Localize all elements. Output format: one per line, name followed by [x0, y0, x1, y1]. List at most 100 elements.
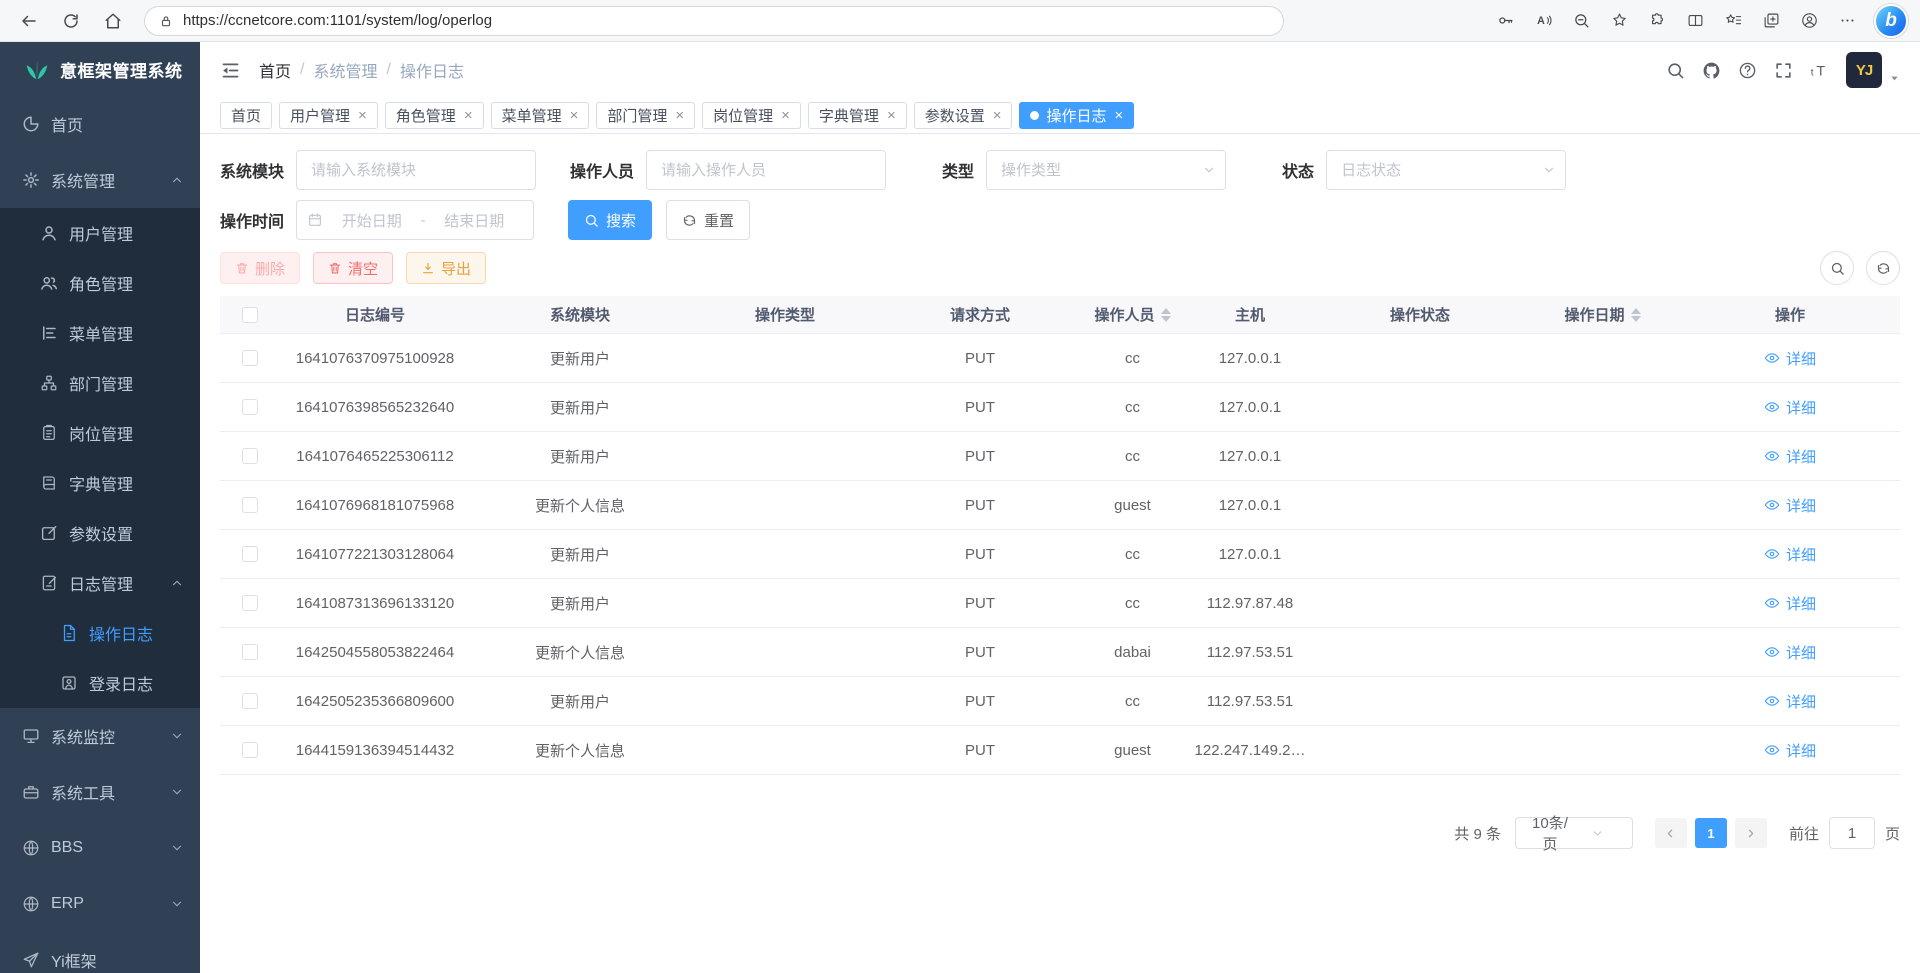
sort-carets-icon[interactable] [1161, 308, 1171, 322]
zoom-out-button[interactable] [1564, 4, 1598, 38]
tab[interactable]: 菜单管理 × [491, 102, 590, 129]
row-checkbox[interactable] [242, 742, 258, 758]
tab-close-icon[interactable]: × [358, 107, 367, 124]
detail-link[interactable]: 详细 [1764, 397, 1816, 418]
tab[interactable]: 操作日志 × [1019, 102, 1134, 129]
search-button[interactable]: 搜索 [568, 200, 652, 240]
header-search-icon[interactable] [1666, 61, 1685, 80]
delete-button[interactable]: 删除 [220, 252, 300, 284]
reset-button[interactable]: 重置 [666, 200, 750, 240]
app-logo[interactable]: 意框架管理系统 [0, 42, 200, 96]
tab-close-icon[interactable]: × [464, 107, 473, 124]
avatar-caret-down-icon[interactable] [1889, 73, 1900, 84]
tab-close-icon[interactable]: × [781, 107, 790, 124]
sidebar-item[interactable]: 首页 [0, 96, 200, 152]
address-bar[interactable]: https://ccnetcore.com:1101/system/log/op… [144, 6, 1284, 36]
operator-input[interactable] [646, 150, 886, 190]
sidebar-item[interactable]: 角色管理 [0, 258, 200, 308]
end-date-placeholder[interactable]: 结束日期 [426, 210, 524, 231]
sidebar-item[interactable]: 操作日志 [0, 608, 200, 658]
row-checkbox[interactable] [242, 693, 258, 709]
date-range-picker[interactable]: 开始日期 - 结束日期 [296, 200, 534, 240]
detail-link[interactable]: 详细 [1764, 446, 1816, 467]
browser-menu-button[interactable] [1830, 4, 1864, 38]
sidebar-item[interactable]: 日志管理 [0, 558, 200, 608]
tab[interactable]: 参数设置 × [914, 102, 1013, 129]
type-select[interactable] [986, 150, 1226, 190]
sidebar-item[interactable]: 参数设置 [0, 508, 200, 558]
sidebar-item[interactable]: 系统监控 [0, 708, 200, 764]
status-select[interactable] [1326, 150, 1566, 190]
tab[interactable]: 用户管理 × [279, 102, 378, 129]
sidebar-item[interactable]: BBS [0, 820, 200, 876]
row-checkbox[interactable] [242, 595, 258, 611]
detail-link[interactable]: 详细 [1764, 544, 1816, 565]
sidebar-item[interactable]: 字典管理 [0, 458, 200, 508]
row-checkbox[interactable] [242, 497, 258, 513]
col-operator[interactable]: 操作人员 [1080, 304, 1185, 325]
tab[interactable]: 字典管理 × [808, 102, 907, 129]
status-select-input[interactable] [1326, 150, 1566, 190]
select-all-checkbox[interactable] [242, 307, 258, 323]
module-input[interactable] [296, 150, 536, 190]
collections-button[interactable] [1754, 4, 1788, 38]
profile-button[interactable] [1792, 4, 1826, 38]
add-favorite-button[interactable] [1602, 4, 1636, 38]
home-button[interactable] [96, 4, 130, 38]
sidebar-item[interactable]: 登录日志 [0, 658, 200, 708]
detail-link[interactable]: 详细 [1764, 740, 1816, 761]
help-icon[interactable] [1738, 61, 1757, 80]
type-select-input[interactable] [986, 150, 1226, 190]
sidebar-toggle-hamburger-icon[interactable] [220, 60, 241, 81]
sort-carets-icon[interactable] [1631, 308, 1641, 322]
row-checkbox[interactable] [242, 546, 258, 562]
copilot-bing-button[interactable]: b [1874, 4, 1908, 38]
refresh-table-button[interactable] [1866, 251, 1900, 285]
tab-close-icon[interactable]: × [570, 107, 579, 124]
tab[interactable]: 角色管理 × [385, 102, 484, 129]
sidebar-item[interactable]: 菜单管理 [0, 308, 200, 358]
user-avatar[interactable]: YJ [1846, 52, 1882, 88]
col-date[interactable]: 操作日期 [1525, 304, 1680, 325]
row-checkbox[interactable] [242, 448, 258, 464]
tab-close-icon[interactable]: × [993, 107, 1002, 124]
sidebar-item[interactable]: 部门管理 [0, 358, 200, 408]
next-page-button[interactable] [1735, 818, 1767, 848]
refresh-button[interactable] [54, 4, 88, 38]
row-checkbox[interactable] [242, 399, 258, 415]
row-checkbox[interactable] [242, 350, 258, 366]
detail-link[interactable]: 详细 [1764, 642, 1816, 663]
page-size-select[interactable]: 10条/页 [1515, 817, 1633, 849]
tab-close-icon[interactable]: × [1115, 107, 1124, 124]
tab[interactable]: 首页 [220, 102, 272, 129]
split-screen-button[interactable] [1678, 4, 1712, 38]
sidebar-item[interactable]: 用户管理 [0, 208, 200, 258]
row-checkbox[interactable] [242, 644, 258, 660]
tab-close-icon[interactable]: × [887, 107, 896, 124]
breadcrumb-home[interactable]: 首页 [259, 58, 291, 82]
detail-link[interactable]: 详细 [1764, 348, 1816, 369]
sidebar-item[interactable]: ERP [0, 876, 200, 932]
export-button[interactable]: 导出 [406, 252, 486, 284]
breadcrumb-system[interactable]: 系统管理 [313, 58, 377, 82]
password-key-button[interactable] [1488, 4, 1522, 38]
tab[interactable]: 岗位管理 × [702, 102, 801, 129]
favorites-button[interactable] [1716, 4, 1750, 38]
page-1-button[interactable]: 1 [1695, 818, 1727, 848]
toggle-search-button[interactable] [1820, 251, 1854, 285]
back-button[interactable] [12, 4, 46, 38]
prev-page-button[interactable] [1655, 818, 1687, 848]
start-date-placeholder[interactable]: 开始日期 [323, 210, 421, 231]
sidebar-item[interactable]: 系统工具 [0, 764, 200, 820]
clear-button[interactable]: 清空 [313, 252, 393, 284]
goto-page-input[interactable] [1829, 817, 1875, 849]
sidebar-item[interactable]: Yi框架 [0, 932, 200, 973]
sidebar-item[interactable]: 系统管理 [0, 152, 200, 208]
fullscreen-icon[interactable] [1774, 61, 1793, 80]
tab-close-icon[interactable]: × [675, 107, 684, 124]
extensions-button[interactable] [1640, 4, 1674, 38]
read-aloud-button[interactable]: A [1526, 4, 1560, 38]
tab[interactable]: 部门管理 × [596, 102, 695, 129]
detail-link[interactable]: 详细 [1764, 495, 1816, 516]
github-icon[interactable] [1702, 61, 1721, 80]
